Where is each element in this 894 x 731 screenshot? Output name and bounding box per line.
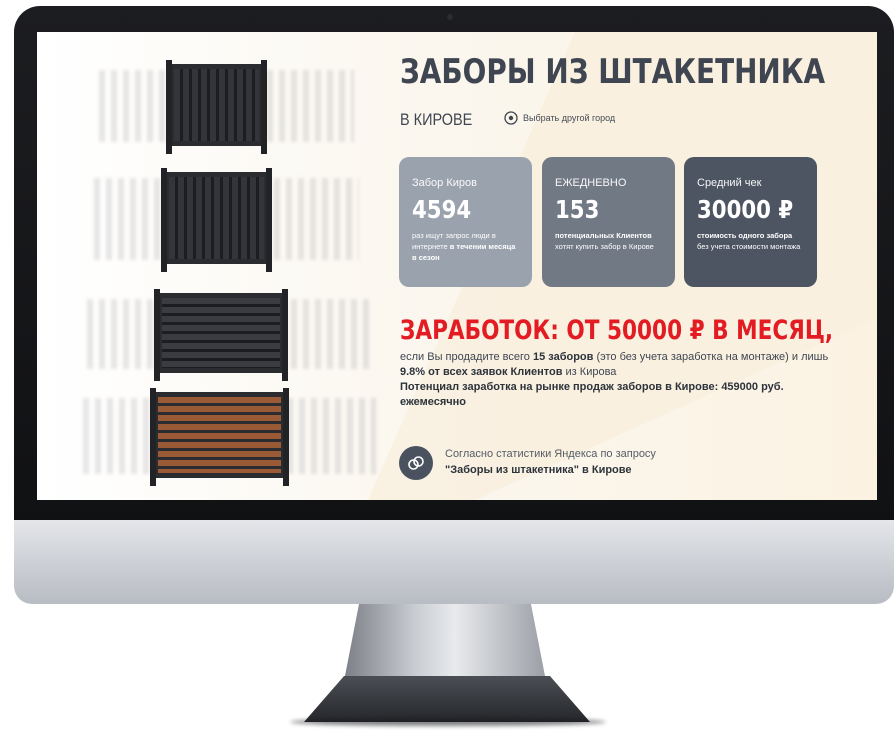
- card-description: раз ищут запрос люди в интернете в течен…: [412, 231, 516, 262]
- card-label: ЕЖЕДНЕВНО: [555, 177, 627, 189]
- card-label: Забор Киров: [412, 177, 477, 189]
- change-city-link[interactable]: Выбрать другой город: [523, 113, 615, 123]
- city-label: В КИРОВЕ: [400, 110, 473, 129]
- card-description: стоимость одного забора без учета стоимо…: [697, 231, 801, 251]
- earnings-headline: ЗАРАБОТОК: ОТ 50000 ₽ В МЕСЯЦ,: [400, 315, 834, 346]
- page-title: ЗАБОРЫ ИЗ ШТАКЕТНИКА: [400, 52, 826, 92]
- card-value: 30000 ₽: [697, 195, 794, 224]
- stat-card-daily: ЕЖЕДНЕВНО 153 потенциальных Клиентов хот…: [542, 157, 675, 287]
- screen: ЗАБОРЫ ИЗ ШТАКЕТНИКА В КИРОВЕ Выбрать др…: [37, 32, 877, 500]
- fence-vertical-2: [94, 168, 359, 272]
- monitor-stand-foot: [304, 676, 590, 722]
- earnings-description: если Вы продадите всего 15 заборов (это …: [400, 351, 829, 408]
- map-pin-icon[interactable]: [504, 111, 518, 125]
- stat-card-searches: Забор Киров 4594 раз ищут запрос люди в …: [399, 157, 532, 287]
- fence-horizontal: [87, 289, 375, 381]
- card-value: 4594: [412, 195, 472, 224]
- stand-shadow: [290, 718, 606, 726]
- yandex-stat-note: Согласно статистики Яндекса по запросу "…: [445, 446, 656, 478]
- stat-line-2: "Заборы из штакетника" в Кирове: [445, 464, 632, 476]
- webcam-icon: [447, 14, 453, 20]
- card-value: 153: [555, 195, 600, 224]
- fence-gallery: [37, 32, 377, 500]
- stat-card-average-check: Средний чек 30000 ₽ стоимость одного заб…: [684, 157, 817, 287]
- fence-wood: [83, 388, 376, 486]
- chain-link-icon: [399, 446, 433, 480]
- monitor-stand-neck: [345, 604, 545, 676]
- card-label: Средний чек: [697, 177, 762, 189]
- monitor-chin: [14, 520, 894, 604]
- fence-vertical-1: [99, 60, 354, 154]
- card-description: потенциальных Клиентов хотят купить забо…: [555, 231, 654, 251]
- stat-line-1: Согласно статистики Яндекса по запросу: [445, 448, 656, 460]
